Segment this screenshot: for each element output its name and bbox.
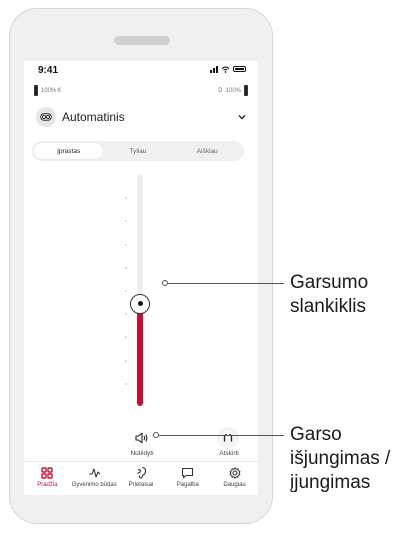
volume-tick: [125, 290, 127, 292]
volume-slider-track[interactable]: [125, 174, 143, 406]
grid-icon: [41, 466, 54, 479]
volume-slider-fill: [137, 303, 143, 406]
status-icons: [210, 65, 246, 73]
phone-speaker: [114, 36, 170, 45]
nav-item-home[interactable]: Pradžia: [24, 462, 71, 495]
segment-clearer[interactable]: Aiškiau: [173, 143, 242, 159]
battery-icon: [233, 66, 246, 72]
speaker-icon: [135, 432, 148, 444]
right-hearing-aid-status: D 100%: [218, 85, 248, 96]
gear-icon: [229, 466, 241, 479]
slider-callout-line2: slankiklis: [290, 296, 367, 317]
bottom-nav: Pradžia Gyvenimo būdas Prietaisai Pagalb…: [24, 461, 258, 495]
separate-label: Atskirti: [219, 450, 239, 457]
volume-tick: [125, 359, 127, 362]
volume-tick: [125, 382, 127, 385]
program-icon: [36, 107, 56, 127]
status-time: 9:41: [38, 65, 59, 76]
segment-quieter[interactable]: Tyliau: [103, 143, 172, 159]
right-battery-icon: [244, 85, 248, 96]
app-screen: 9:41 100% K D 100% Automatinis Įprastas T…: [24, 61, 258, 495]
volume-tick: [125, 313, 127, 316]
sound-mode-segments: Įprastas Tyliau Aiškiau: [32, 141, 244, 161]
slider-callout-line1: Garsumo: [290, 272, 369, 293]
left-hearing-aid-status: 100% K: [34, 85, 61, 96]
nav-label-devices: Prietaisai: [128, 482, 154, 488]
mute-callout-line1: Garso: [290, 424, 342, 445]
program-label: Automatinis: [62, 110, 125, 124]
nav-item-help[interactable]: Pagalba: [164, 462, 211, 495]
nav-label-help: Pagalba: [176, 482, 199, 488]
right-battery-level: 100%: [225, 87, 241, 94]
mute-label: Nutildyti: [130, 450, 154, 457]
left-side-label: K: [57, 87, 62, 94]
right-side-label: D: [218, 87, 223, 94]
nav-label-lifestyle: Gyvenimo būdas: [71, 482, 117, 488]
volume-tick: [125, 197, 127, 200]
nav-item-devices[interactable]: Prietaisai: [118, 462, 165, 495]
mute-callout-label: Garso išjungimas / įjungimas: [290, 423, 390, 495]
segment-normal[interactable]: Įprastas: [34, 143, 104, 159]
volume-tick: [125, 220, 127, 223]
left-battery-icon: [34, 85, 38, 96]
volume-tick: [125, 266, 127, 269]
hearing-aid-icon: [135, 466, 147, 479]
volume-tick: [125, 243, 127, 246]
mute-callout-line3: įjungimas: [290, 472, 371, 493]
separate-button[interactable]: [217, 427, 239, 449]
nav-label-home: Pradžia: [37, 482, 58, 488]
nav-item-lifestyle[interactable]: Gyvenimo būdas: [71, 462, 118, 495]
signal-icon: [210, 65, 218, 73]
mute-callout-line2: išjungimas /: [290, 448, 391, 469]
volume-slider-thumb[interactable]: [130, 293, 150, 314]
program-selector[interactable]: Automatinis: [36, 105, 248, 129]
slider-callout-line: [168, 283, 284, 284]
nav-item-more[interactable]: Daugiau: [211, 462, 258, 495]
chevron-down-icon: [238, 115, 246, 120]
nav-label-more: Daugiau: [223, 482, 246, 488]
volume-tick: [125, 336, 127, 339]
mute-button[interactable]: [132, 428, 152, 448]
mute-callout-line: [159, 435, 284, 436]
left-battery-level: 100%: [41, 87, 57, 94]
wifi-icon: [221, 66, 230, 73]
chat-icon: [181, 466, 194, 479]
activity-icon: [88, 466, 101, 479]
slider-callout-label: Garsumo slankiklis: [290, 271, 368, 319]
